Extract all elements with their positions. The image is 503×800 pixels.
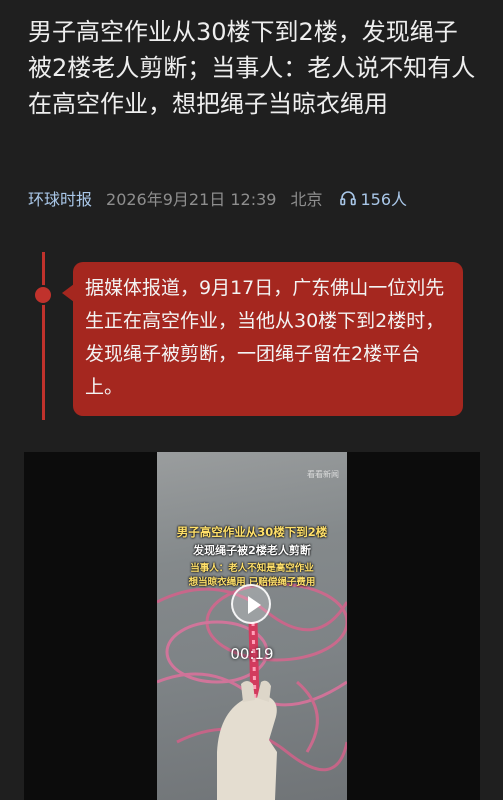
- article-meta: 环球时报 2026年9月21日 12:39 北京 156人: [28, 186, 478, 210]
- article-title: 男子高空作业从30楼下到2楼，发现绳子被2楼老人剪断；当事人：老人说不知有人在高…: [28, 18, 476, 118]
- video-duration: 00:19: [230, 645, 274, 663]
- video-caption-2: 发现绳子被2楼老人剪断: [193, 544, 311, 557]
- timeline-line: [42, 252, 45, 420]
- headphones-icon: [339, 191, 356, 206]
- source-link[interactable]: 环球时报: [28, 186, 92, 210]
- video-thumbnail[interactable]: 看看新闻 男子高空作业从30楼下到2楼 发现绳子被2楼老人剪断 当事人：老人不知…: [157, 452, 347, 800]
- video-scene: [157, 582, 347, 800]
- summary-box: 据媒体报道，9月17日，广东佛山一位刘先生正在高空作业，当他从30楼下到2楼时，…: [73, 262, 463, 416]
- play-button[interactable]: [231, 584, 271, 624]
- publish-time: 2026年9月21日 12:39: [106, 190, 277, 209]
- video-watermark: 看看新闻: [307, 470, 339, 479]
- publish-location: 北京: [290, 190, 323, 209]
- listen-button[interactable]: 156人: [339, 186, 408, 210]
- listener-count: 156人: [360, 190, 408, 209]
- timeline-dot: [33, 285, 53, 305]
- video-caption-1: 男子高空作业从30楼下到2楼: [176, 525, 328, 539]
- video-caption-3: 当事人：老人不知是高空作业: [190, 563, 314, 574]
